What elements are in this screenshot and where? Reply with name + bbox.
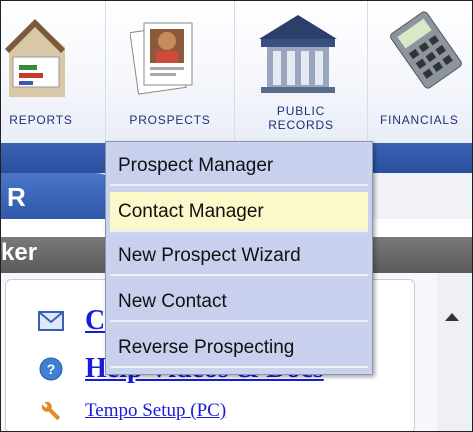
prospect-cards-icon (130, 22, 193, 95)
nav-item-reports[interactable]: REPORTS (1, 1, 105, 143)
menu-item-reverse-prospecting[interactable]: Reverse Prospecting (110, 328, 368, 368)
svg-text:?: ? (47, 361, 56, 377)
caret-up-icon[interactable] (445, 313, 459, 321)
nav-item-public-records[interactable]: PUBLIC RECORDS (235, 1, 367, 143)
envelope-icon (37, 307, 65, 335)
nav-label-records: RECORDS (268, 118, 334, 132)
section-header-left-text: ker (1, 239, 38, 266)
nav-label-public-records: PUBLIC RECORDS (235, 104, 367, 132)
right-panel (437, 273, 472, 431)
menu-item-prospect-manager[interactable]: Prospect Manager (110, 146, 368, 186)
prospects-dropdown-menu: Prospect Manager Contact Manager New Pro… (105, 141, 373, 375)
nav-item-financials[interactable]: FINANCIALS (368, 1, 472, 143)
menu-item-new-contact[interactable]: New Contact (110, 282, 368, 322)
menu-item-new-prospect-wizard[interactable]: New Prospect Wizard (110, 236, 368, 276)
tab-active-label: R (7, 182, 26, 212)
link-row-tempo[interactable]: Tempo Setup (PC) (37, 397, 226, 425)
wrench-icon (37, 397, 65, 425)
app-window: REPORTS PROSPECTS PUBLIC RECORDS FINANCI… (0, 0, 473, 432)
nav-label-financials: FINANCIALS (380, 113, 459, 127)
nav-label-prospects: PROSPECTS (129, 113, 211, 127)
email-link[interactable]: C (85, 305, 105, 337)
courthouse-icon (259, 15, 337, 93)
link-row-email[interactable]: C (37, 305, 105, 337)
nav-label-public: PUBLIC (276, 104, 326, 118)
calculator-icon (390, 11, 462, 89)
nav-item-prospects[interactable]: PROSPECTS (106, 1, 234, 143)
help-question-icon: ? (37, 355, 65, 383)
house-report-icon (5, 19, 65, 97)
menu-item-contact-manager[interactable]: Contact Manager (110, 192, 368, 232)
nav-label-reports: REPORTS (9, 113, 73, 127)
tempo-setup-link[interactable]: Tempo Setup (PC) (85, 400, 226, 422)
